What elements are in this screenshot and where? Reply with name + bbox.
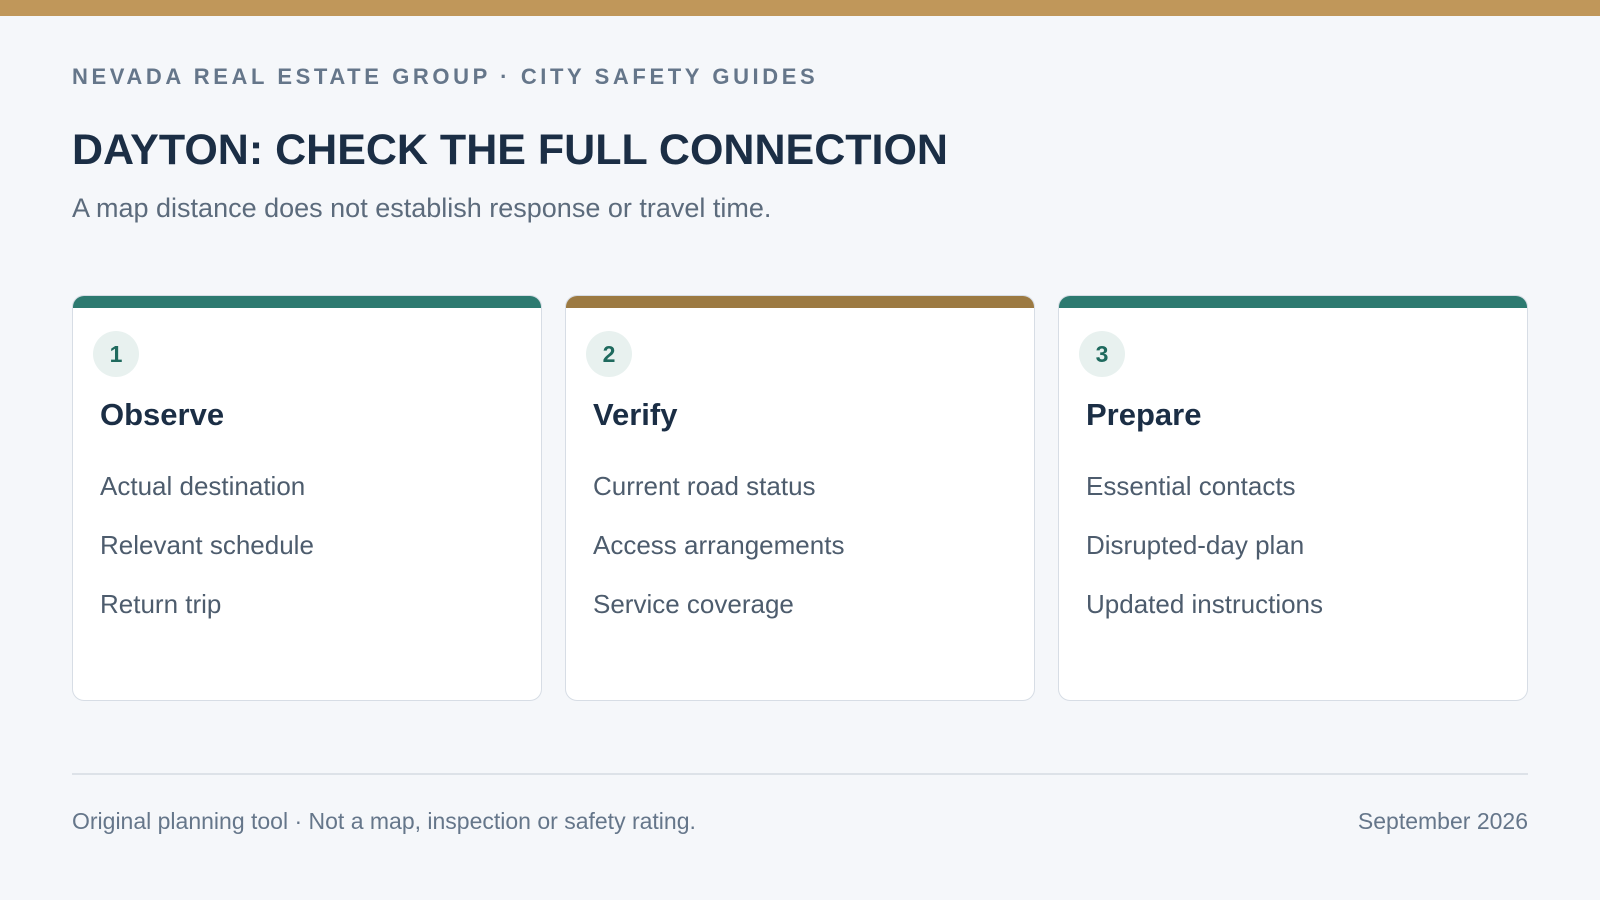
- list-item: Service coverage: [593, 589, 794, 619]
- card-title: Observe: [100, 397, 225, 432]
- top-accent-bar: [0, 0, 1600, 16]
- page-title: DAYTON: CHECK THE FULL CONNECTION: [72, 126, 948, 174]
- list-item: Relevant schedule: [100, 530, 314, 560]
- card-title: Prepare: [1086, 397, 1202, 432]
- footer-note: Original planning tool · Not a map, insp…: [72, 808, 696, 834]
- list-item: Essential contacts: [1086, 471, 1296, 501]
- step-cards: 1 Observe Actual destination Relevant sc…: [72, 295, 1528, 701]
- card-accent-bar: [73, 296, 541, 308]
- card-observe: 1 Observe Actual destination Relevant sc…: [72, 295, 542, 701]
- footer-divider: [72, 773, 1528, 775]
- eyebrow-label: NEVADA REAL ESTATE GROUP · CITY SAFETY G…: [72, 64, 819, 89]
- list-item: Access arrangements: [593, 530, 845, 560]
- list-item: Return trip: [100, 589, 222, 619]
- card-accent-bar: [1059, 296, 1527, 308]
- card-prepare: 3 Prepare Essential contacts Disrupted-d…: [1058, 295, 1528, 701]
- card-title: Verify: [593, 397, 678, 432]
- list-item: Current road status: [593, 471, 816, 501]
- card-item-list: Essential contacts Disrupted-day plan Up…: [1086, 471, 1323, 648]
- footer-date: September 2026: [1357, 808, 1528, 834]
- page-subtitle: A map distance does not establish respon…: [72, 193, 772, 223]
- card-verify: 2 Verify Current road status Access arra…: [565, 295, 1035, 701]
- list-item: Updated instructions: [1086, 589, 1324, 619]
- step-number-badge: 1: [93, 331, 139, 377]
- step-number-badge: 3: [1079, 331, 1125, 377]
- card-item-list: Actual destination Relevant schedule Ret…: [100, 471, 314, 648]
- step-number-badge: 2: [586, 331, 632, 377]
- list-item: Disrupted-day plan: [1086, 530, 1305, 560]
- card-accent-bar: [566, 296, 1034, 308]
- list-item: Actual destination: [100, 471, 306, 501]
- card-item-list: Current road status Access arrangements …: [593, 471, 844, 648]
